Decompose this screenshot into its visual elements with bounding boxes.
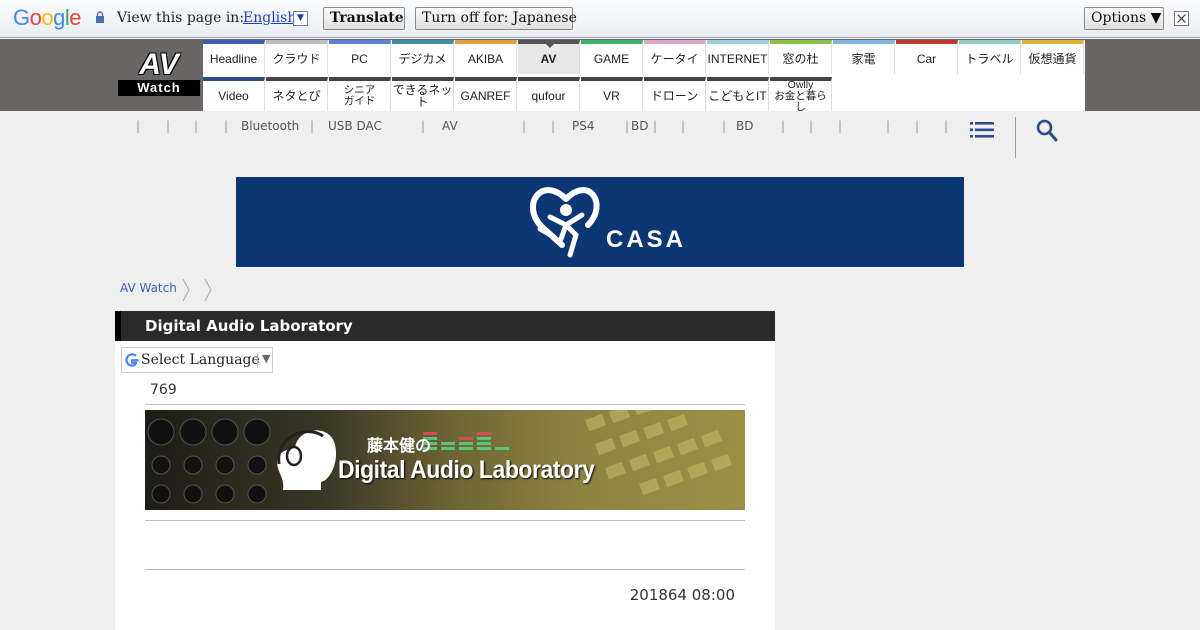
- link-separator: |: [886, 119, 891, 133]
- link-separator: |: [522, 119, 527, 133]
- nav-tab[interactable]: Car: [896, 40, 958, 74]
- link-separator: |: [944, 119, 949, 133]
- nav-tab[interactable]: AKIBA: [455, 40, 517, 74]
- language-dropdown-icon[interactable]: ▼: [293, 11, 308, 26]
- nav-tab[interactable]: トラベル: [959, 40, 1021, 74]
- nav-tab[interactable]: ドローン: [644, 77, 706, 111]
- google-logo: Google: [13, 5, 82, 30]
- nav-tab[interactable]: VR: [581, 77, 643, 111]
- casa-logo-icon: [529, 187, 600, 258]
- turn-off-button[interactable]: Turn off for: Japanese: [415, 7, 577, 30]
- link-separator: |: [310, 119, 315, 133]
- sub-link[interactable]: PS4: [572, 119, 595, 133]
- article-box: Digital Audio Laboratory Select Language…: [115, 311, 775, 630]
- nav-tab[interactable]: 家電: [833, 40, 895, 74]
- section-title: Digital Audio Laboratory: [145, 317, 353, 335]
- link-separator: |: [194, 119, 199, 133]
- active-tab-indicator: [546, 44, 554, 48]
- level-meter-icon: [423, 432, 509, 450]
- chevron-right-icon: [204, 278, 212, 302]
- nav-tab[interactable]: ケータイ: [644, 40, 706, 74]
- site-logo-sub: Watch: [118, 80, 200, 96]
- divider: [145, 520, 745, 521]
- series-banner-en: Digital Audio Laboratory: [338, 456, 595, 484]
- nav-tab[interactable]: PC: [329, 40, 391, 74]
- sub-link[interactable]: USB DAC: [328, 119, 382, 133]
- sub-link[interactable]: Bluetooth: [241, 119, 299, 133]
- link-separator: |: [136, 119, 141, 133]
- view-page-label: View this page in:: [117, 10, 245, 26]
- series-banner[interactable]: 藤本健の Digital Audio Laboratory: [145, 410, 745, 510]
- link-separator: |: [166, 119, 171, 133]
- link-separator: |: [722, 119, 727, 133]
- lock-icon: [96, 11, 104, 23]
- headphone-head-icon: [277, 430, 337, 490]
- nav-tab[interactable]: シニア ガイド: [329, 77, 391, 111]
- close-icon[interactable]: [1174, 11, 1189, 26]
- google-g-icon: [125, 353, 139, 367]
- category-nav: Headline クラウド PC デジカメ AKIBA AV GAME ケータイ INTERNE…: [203, 40, 1085, 112]
- nav-tab[interactable]: Headline: [203, 40, 265, 74]
- breadcrumb-home-link[interactable]: AV Watch: [120, 281, 177, 295]
- link-separator: |: [224, 119, 229, 133]
- nav-tab[interactable]: デジカメ: [392, 40, 454, 74]
- nav-tab[interactable]: 窓の杜: [770, 40, 832, 74]
- nav-tab[interactable]: ネタとぴ: [266, 77, 328, 111]
- header-divider: [1015, 117, 1016, 158]
- link-separator: |: [781, 119, 786, 133]
- divider: [145, 569, 745, 570]
- nav-tab[interactable]: 仮想通貨: [1022, 40, 1084, 74]
- link-separator: |: [838, 119, 843, 133]
- search-icon[interactable]: [1036, 119, 1058, 143]
- site-logo[interactable]: AV Watch: [118, 48, 200, 96]
- link-separator: |: [915, 119, 920, 133]
- link-separator: |: [681, 119, 686, 133]
- select-divider: [257, 353, 258, 368]
- chevron-down-icon: ▼: [262, 352, 271, 365]
- nav-tab[interactable]: INTERNET: [707, 40, 769, 74]
- nav-tab[interactable]: Video: [203, 77, 265, 111]
- divider: [145, 404, 745, 405]
- article-number: 769: [150, 382, 177, 398]
- translate-bar: Google View this page in: English ▼ Tran…: [0, 0, 1200, 38]
- select-language-label: Select Language: [141, 352, 260, 368]
- series-banner-jp: 藤本健の: [367, 436, 432, 455]
- site-header: AV Watch Headline クラウド PC デジカメ AKIBA AV GAME ケー…: [0, 39, 1200, 112]
- nav-tab[interactable]: できるネット: [392, 77, 454, 111]
- section-title-bar: Digital Audio Laboratory: [115, 311, 775, 341]
- site-logo-main: AV: [139, 48, 179, 81]
- nav-tab[interactable]: こどもとIT: [707, 77, 769, 111]
- nav-tab[interactable]: GAME: [581, 40, 643, 74]
- select-language-dropdown[interactable]: Select Language ▼: [121, 347, 273, 373]
- menu-icon[interactable]: [970, 121, 994, 139]
- nav-tab[interactable]: Owlly お金と暮らし: [770, 77, 832, 112]
- sub-link[interactable]: BD: [736, 119, 753, 133]
- sub-link[interactable]: BD: [631, 119, 648, 133]
- sub-link[interactable]: AV: [442, 119, 458, 133]
- nav-tab[interactable]: GANREF: [455, 77, 517, 111]
- link-separator: |: [551, 119, 556, 133]
- options-button[interactable]: Options ▼: [1084, 7, 1164, 30]
- link-separator: |: [653, 119, 658, 133]
- nav-tab[interactable]: qufour: [518, 77, 580, 111]
- article-date: 201864 08:00: [629, 586, 735, 604]
- nav-tab[interactable]: クラウド: [266, 40, 328, 74]
- language-link[interactable]: English: [243, 10, 296, 26]
- link-separator: |: [421, 119, 426, 133]
- brand-name: CASA: [606, 226, 687, 253]
- translate-button[interactable]: Translate: [323, 7, 405, 30]
- chevron-right-icon: [182, 278, 190, 302]
- link-separator: |: [625, 119, 630, 133]
- ad-banner[interactable]: CASA: [236, 177, 964, 267]
- link-separator: |: [809, 119, 814, 133]
